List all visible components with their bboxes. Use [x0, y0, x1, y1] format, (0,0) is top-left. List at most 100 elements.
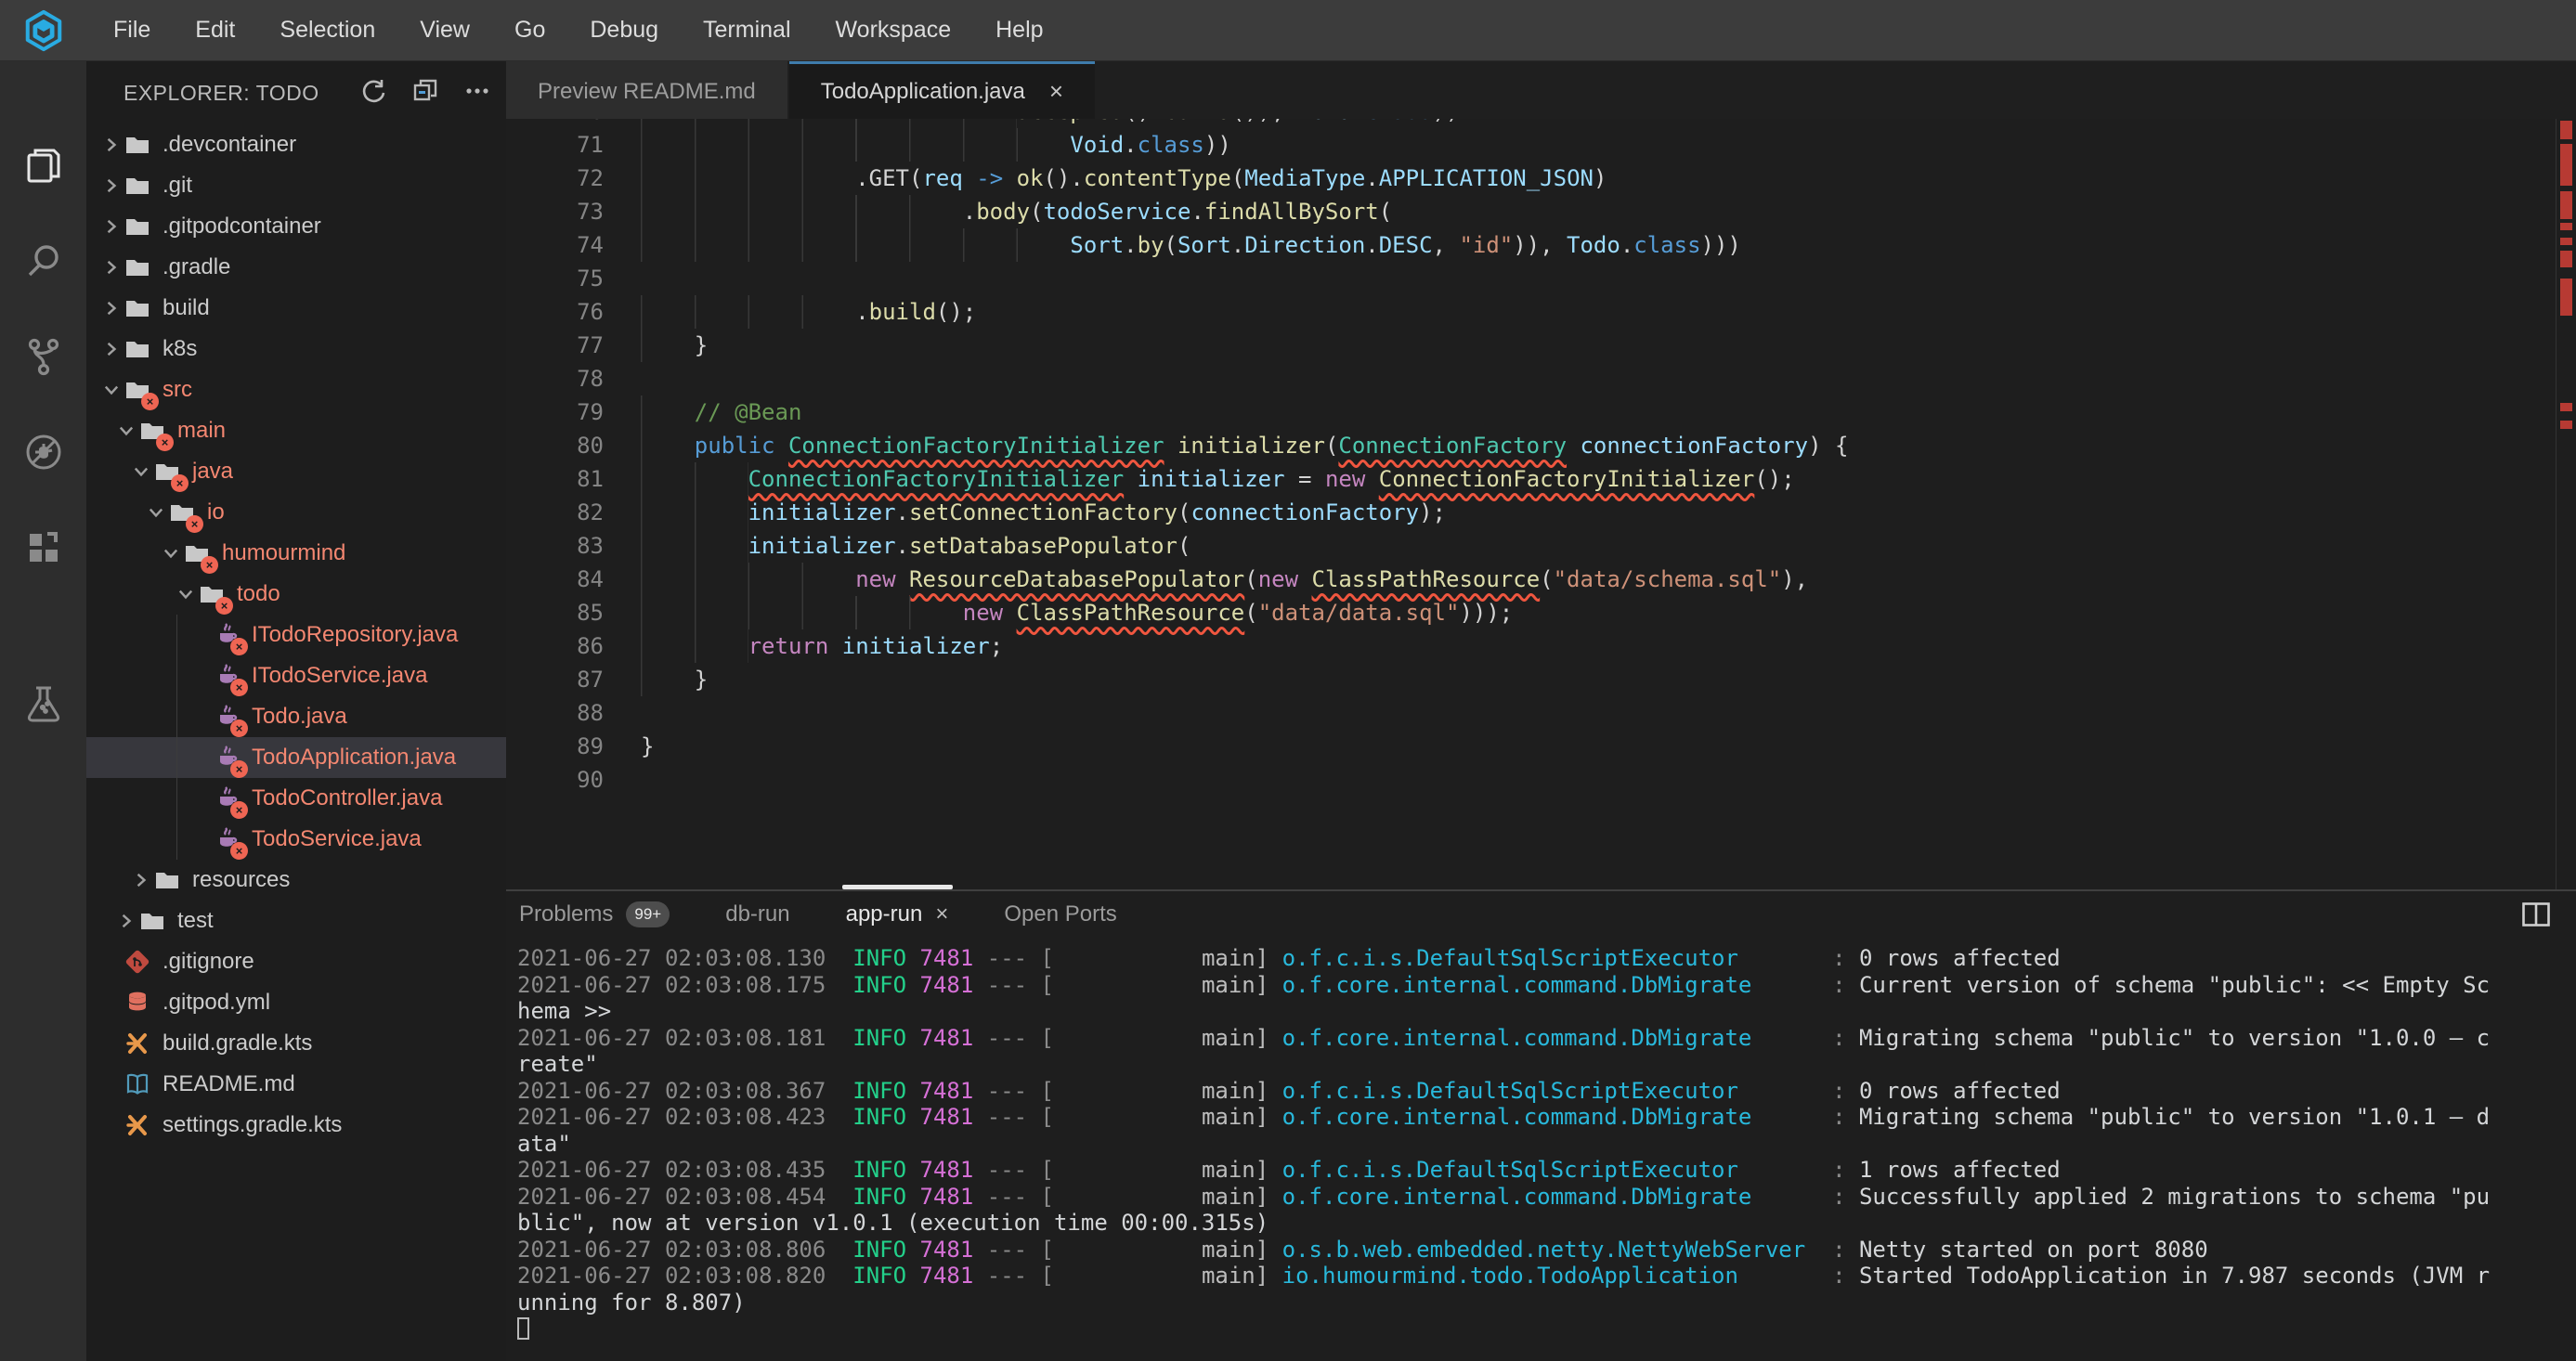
code-token: }: [695, 329, 708, 362]
terminal-text: 2021-06-27 02:03:08.423: [517, 1104, 826, 1130]
menu-item-help[interactable]: Help: [995, 17, 1043, 44]
chevron-collapsed-icon[interactable]: [99, 174, 124, 198]
chevron-expanded-icon[interactable]: [174, 582, 198, 606]
editor-tab-preview-readme-md[interactable]: Preview README.md: [506, 61, 787, 119]
tree-item-test[interactable]: test: [86, 901, 506, 941]
tree-item-src[interactable]: ×src: [86, 369, 506, 410]
panel-tab-close-icon[interactable]: ×: [935, 901, 948, 927]
tab-close-icon[interactable]: ×: [1049, 77, 1063, 106]
code-token: [1003, 596, 1016, 629]
code-token: ().: [1124, 119, 1164, 128]
tree-item-k8s[interactable]: k8s: [86, 329, 506, 369]
source-control-icon[interactable]: [0, 319, 86, 394]
code-token: // @Bean: [695, 395, 802, 429]
error-mark: [2560, 238, 2572, 245]
code-token: class: [1633, 228, 1700, 262]
tree-item--git[interactable]: .git: [86, 165, 506, 206]
tree-item--gitpodcontainer[interactable]: .gitpodcontainer: [86, 206, 506, 247]
code-line-73: 73.body(todoService.findAllBySort(: [506, 195, 2576, 228]
menu-item-workspace[interactable]: Workspace: [836, 17, 952, 44]
debug-disabled-icon[interactable]: [0, 415, 86, 489]
tree-item-itodorepository-java[interactable]: ×ITodoRepository.java: [86, 615, 506, 655]
tree-item-settings-gradle-kts[interactable]: settings.gradle.kts: [86, 1105, 506, 1146]
chevron-expanded-icon[interactable]: [159, 541, 183, 565]
tree-item-todoapplication-java[interactable]: ×TodoApplication.java: [86, 737, 506, 778]
menu-item-debug[interactable]: Debug: [590, 17, 658, 44]
code-line-content: .GET(req -> ok().contentType(MediaType.A…: [604, 162, 1607, 195]
code-token: body: [976, 195, 1030, 228]
chevron-expanded-icon[interactable]: [129, 460, 153, 484]
more-actions-icon[interactable]: [463, 77, 491, 110]
code-token: .: [896, 529, 909, 563]
tree-item--gradle[interactable]: .gradle: [86, 247, 506, 288]
collapse-all-icon[interactable]: [411, 77, 439, 110]
chevron-expanded-icon[interactable]: [144, 500, 168, 525]
chevron-collapsed-icon[interactable]: [99, 133, 124, 157]
editor-tab-todoapplication-java[interactable]: TodoApplication.java×: [789, 61, 1095, 119]
terminal-text: [826, 1263, 852, 1289]
code-line-89: 89}: [506, 730, 2576, 763]
chevron-collapsed-icon[interactable]: [129, 868, 153, 892]
terminal-text: [826, 1184, 852, 1210]
refresh-icon[interactable]: [359, 77, 387, 110]
terminal-text: io.humourmind.todo.TodoApplication: [1282, 1263, 1738, 1289]
extensions-icon[interactable]: [0, 511, 86, 585]
code-content: 70accepted().build()), Void.class))71Voi…: [506, 119, 2576, 797]
menu-item-go[interactable]: Go: [514, 17, 545, 44]
tree-item--devcontainer[interactable]: .devcontainer: [86, 124, 506, 165]
code-token: new: [1325, 462, 1365, 496]
error-badge: ×: [230, 801, 248, 819]
panel-tab-open-ports[interactable]: Open Ports: [1004, 901, 1116, 927]
terminal-output[interactable]: 2021-06-27 02:03:08.130 INFO 7481 --- [ …: [506, 945, 2576, 1361]
tree-item-build[interactable]: build: [86, 288, 506, 329]
code-token: initializer: [748, 529, 896, 563]
overview-ruler[interactable]: [2556, 119, 2576, 889]
chevron-expanded-icon[interactable]: [114, 419, 138, 443]
menu-item-terminal[interactable]: Terminal: [703, 17, 790, 44]
chevron-collapsed-icon[interactable]: [114, 909, 138, 933]
chevron-collapsed-icon[interactable]: [99, 214, 124, 239]
tree-item-java[interactable]: ×java: [86, 451, 506, 492]
tree-item-main[interactable]: ×main: [86, 410, 506, 451]
tree-item-itodoservice-java[interactable]: ×ITodoService.java: [86, 655, 506, 696]
split-panel-icon[interactable]: [2522, 902, 2550, 931]
menu-item-view[interactable]: View: [420, 17, 470, 44]
code-editor[interactable]: 70accepted().build()), Void.class))71Voi…: [506, 119, 2576, 889]
ide-window: File Edit Selection View Go Debug Terminal Work…: [0, 0, 2576, 1361]
test-flask-icon[interactable]: [0, 667, 86, 741]
tree-item-build-gradle-kts[interactable]: build.gradle.kts: [86, 1023, 506, 1064]
chevron-collapsed-icon[interactable]: [99, 337, 124, 361]
chevron-collapsed-icon[interactable]: [99, 296, 124, 320]
tree-item-io[interactable]: ×io: [86, 492, 506, 533]
code-token: ConnectionFactory: [1338, 429, 1567, 462]
menu-item-file[interactable]: File: [113, 17, 150, 44]
code-line-79: 79// @Bean: [506, 395, 2576, 429]
tree-item-todoservice-java[interactable]: ×TodoService.java: [86, 819, 506, 860]
panel-tab-db-run[interactable]: db-run: [725, 901, 789, 927]
tree-item-todo[interactable]: ×todo: [86, 574, 506, 615]
tree-item-todocontroller-java[interactable]: ×TodoController.java: [86, 778, 506, 819]
tree-item-todo-java[interactable]: ×Todo.java: [86, 696, 506, 737]
panel-tab-app-run[interactable]: app-run×: [846, 901, 949, 927]
menu-item-edit[interactable]: Edit: [195, 17, 235, 44]
search-icon[interactable]: [0, 224, 86, 298]
terminal-text: :: [1751, 972, 1859, 998]
tree-item--gitpod-yml[interactable]: .gitpod.yml: [86, 982, 506, 1023]
chevron-expanded-icon[interactable]: [99, 378, 124, 402]
chevron-collapsed-icon[interactable]: [99, 255, 124, 279]
tree-item-label: ITodoService.java: [252, 663, 427, 689]
tree-item-humourmind[interactable]: ×humourmind: [86, 533, 506, 574]
tree-item-resources[interactable]: resources: [86, 860, 506, 901]
error-badge: ×: [201, 556, 218, 574]
gitpod-logo[interactable]: [0, 0, 87, 61]
tree-item--gitignore[interactable]: .gitignore: [86, 941, 506, 982]
line-number: 78: [506, 362, 604, 395]
problems-count-badge: 99+: [626, 901, 670, 927]
code-token: Sort: [1070, 228, 1124, 262]
tree-item-readme-md[interactable]: README.md: [86, 1064, 506, 1105]
menu-item-selection[interactable]: Selection: [280, 17, 375, 44]
explorer-icon[interactable]: [0, 128, 86, 202]
line-number: 71: [506, 128, 604, 162]
panel-tab-problems[interactable]: Problems99+: [519, 901, 670, 927]
terminal-text: 0 rows affected: [1859, 945, 2061, 971]
